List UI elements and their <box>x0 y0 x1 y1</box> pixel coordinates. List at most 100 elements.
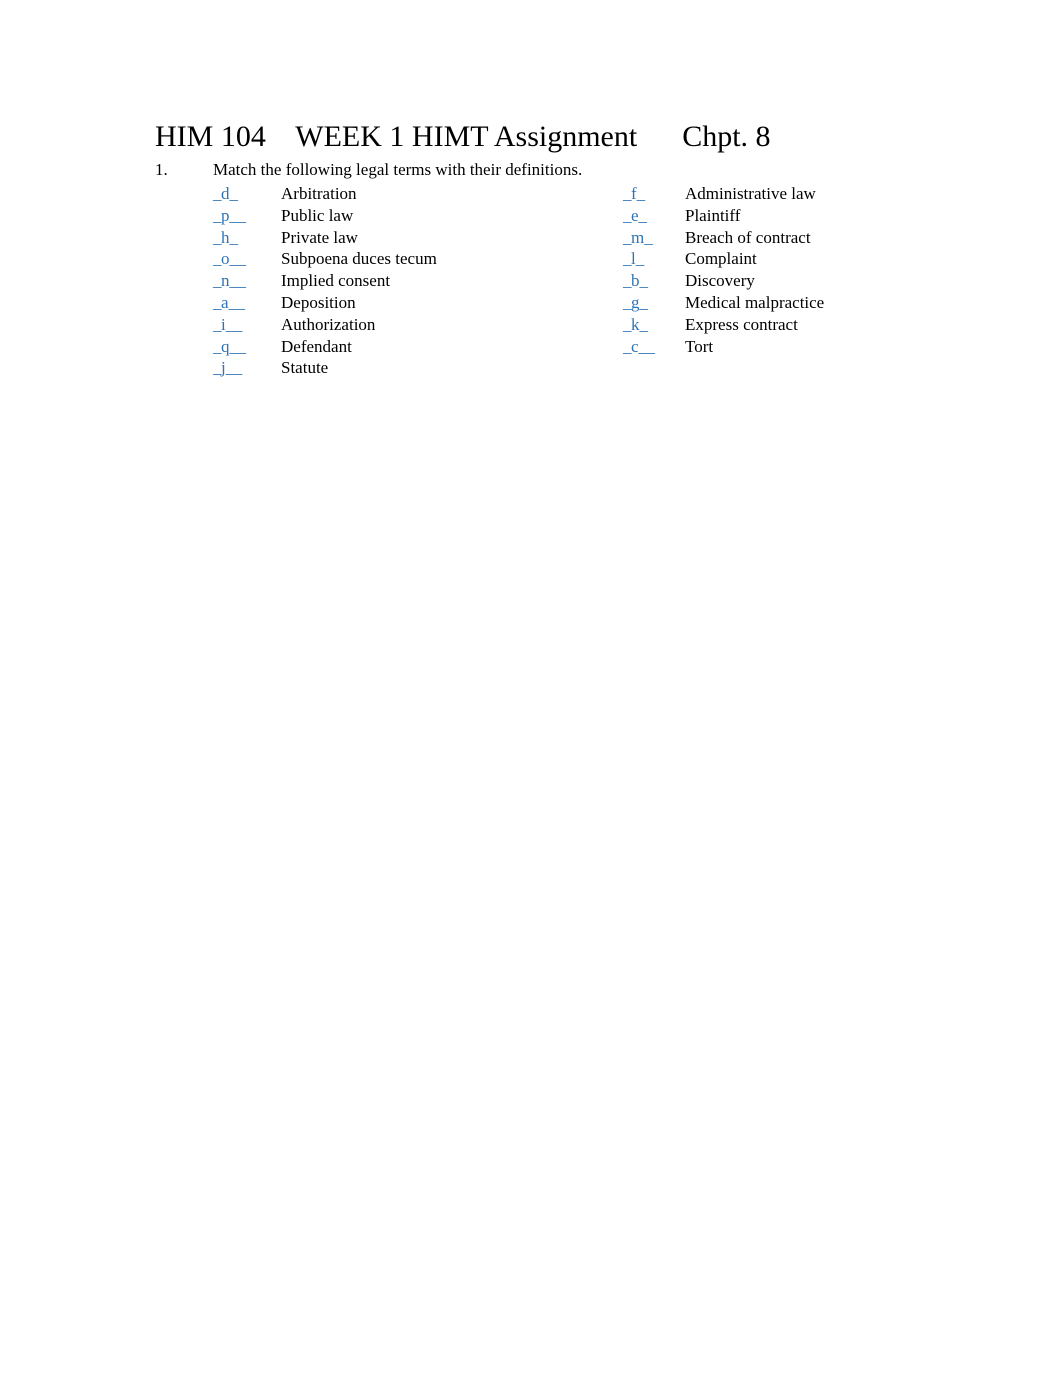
blank-prefix-underscore: _ <box>213 184 222 203</box>
answer-blank-right-2[interactable]: _e_ <box>623 205 685 227</box>
matching-table: _d_ Arbitration _f_ Administrative law _… <box>213 183 913 379</box>
term-left-2: Public law <box>281 205 354 225</box>
question-number: 1. <box>155 160 168 179</box>
blank-suffix-underscore: _ <box>639 292 649 312</box>
blank-suffix-underscore: __ <box>229 249 247 269</box>
answer-letter: o <box>221 249 230 269</box>
blank-suffix-underscore: __ <box>229 205 247 225</box>
blank-prefix-underscore: _ <box>213 249 222 269</box>
blank-prefix-underscore: _ <box>623 249 632 269</box>
answer-letter: a <box>221 292 229 312</box>
answer-letter: g <box>631 292 640 312</box>
answer-blank-right-5[interactable]: _b_ <box>623 270 685 292</box>
answer-blank-right-7[interactable]: _k_ <box>623 314 685 336</box>
answer-blank-left-8[interactable]: _q__ <box>213 336 281 358</box>
blank-prefix-underscore: _ <box>213 314 222 334</box>
answer-letter: m <box>631 227 645 247</box>
term-left-1: Arbitration <box>281 184 357 203</box>
blank-prefix-underscore: _ <box>623 271 632 291</box>
blank-prefix-underscore: _ <box>213 271 222 291</box>
table-row: _d_ Arbitration _f_ Administrative law <box>213 183 913 205</box>
term-left-9: Statute <box>281 358 329 378</box>
blank-suffix-underscore: _ <box>644 227 653 247</box>
answer-letter: q <box>221 336 230 356</box>
answer-letter: e <box>631 205 639 225</box>
page-title: HIM 104 WEEK 1 HIMT Assignment Chpt. 8 <box>155 120 771 153</box>
blank-suffix-underscore: __ <box>638 336 656 356</box>
answer-blank-left-5[interactable]: _n__ <box>213 270 281 292</box>
term-right-3: Breach of contract <box>685 227 811 247</box>
matching-table-body: _d_ Arbitration _f_ Administrative law _… <box>213 183 913 379</box>
blank-prefix-underscore: _ <box>623 205 632 225</box>
answer-blank-right-8[interactable]: _c__ <box>623 336 685 358</box>
answer-letter: n <box>221 271 230 291</box>
term-right-4: Complaint <box>685 249 757 269</box>
term-left-7: Authorization <box>281 314 376 334</box>
answer-blank-right-4[interactable]: _l_ <box>623 248 685 270</box>
term-right-5: Discovery <box>685 271 755 291</box>
answer-blank-left-4[interactable]: _o__ <box>213 248 281 270</box>
answer-blank-left-3[interactable]: _h_ <box>213 227 281 249</box>
blank-suffix-underscore: __ <box>229 336 247 356</box>
blank-prefix-underscore: _ <box>623 314 632 334</box>
blank-suffix-underscore: __ <box>225 358 243 378</box>
document-page: HIM 104 WEEK 1 HIMT Assignment Chpt. 8 1… <box>0 0 1062 1377</box>
blank-suffix-underscore: _ <box>229 227 239 247</box>
answer-blank-right-1[interactable]: _f_ <box>623 183 685 205</box>
answer-letter: p <box>221 205 230 225</box>
blank-suffix-underscore: _ <box>636 184 646 203</box>
question-text: Match the following legal terms with the… <box>213 160 583 179</box>
blank-suffix-underscore: _ <box>635 249 645 269</box>
answer-letter: d <box>221 184 230 203</box>
table-row: _q__ Defendant _c__ Tort <box>213 336 913 358</box>
answer-blank-left-1[interactable]: _d_ <box>213 183 281 205</box>
blank-prefix-underscore: _ <box>213 292 222 312</box>
term-left-8: Defendant <box>281 336 352 356</box>
blank-prefix-underscore: _ <box>213 227 222 247</box>
blank-suffix-underscore: _ <box>638 205 648 225</box>
blank-prefix-underscore: _ <box>623 336 632 356</box>
blank-prefix-underscore: _ <box>623 184 632 203</box>
term-right-9-empty <box>685 357 913 379</box>
blank-suffix-underscore: _ <box>639 271 649 291</box>
blank-prefix-underscore: _ <box>213 336 222 356</box>
table-row: _j__ Statute <box>213 357 913 379</box>
term-right-2: Plaintiff <box>685 205 741 225</box>
document-body: HIM 104 WEEK 1 HIMT Assignment Chpt. 8 1… <box>155 118 945 379</box>
answer-blank-left-6[interactable]: _a__ <box>213 292 281 314</box>
blank-prefix-underscore: _ <box>213 205 222 225</box>
table-row: _a__ Deposition _g_ Medical malpractice <box>213 292 913 314</box>
question-line: 1. Match the following legal terms with … <box>155 159 945 181</box>
answer-letter: c <box>631 336 639 356</box>
answer-blank-left-9[interactable]: _j__ <box>213 357 281 379</box>
table-row: _o__ Subpoena duces tecum _l_ Complaint <box>213 248 913 270</box>
blank-suffix-underscore: __ <box>229 271 247 291</box>
term-right-8: Tort <box>685 336 714 356</box>
blank-suffix-underscore: __ <box>228 292 246 312</box>
answer-letter: h <box>221 227 230 247</box>
blank-suffix-underscore: __ <box>225 314 243 334</box>
answer-letter: k <box>631 314 640 334</box>
term-right-7: Express contract <box>685 314 798 334</box>
answer-blank-left-7[interactable]: _i__ <box>213 314 281 336</box>
blank-suffix-underscore: _ <box>229 184 239 203</box>
table-row: _h_ Private law _m_ Breach of contract <box>213 227 913 249</box>
term-right-6: Medical malpractice <box>685 292 825 312</box>
blank-prefix-underscore: _ <box>213 358 222 378</box>
term-right-1: Administrative law <box>685 184 816 203</box>
answer-letter: b <box>631 271 640 291</box>
table-row: _n__ Implied consent _b_ Discovery <box>213 270 913 292</box>
blank-prefix-underscore: _ <box>623 227 632 247</box>
term-left-3: Private law <box>281 227 358 247</box>
answer-blank-left-2[interactable]: _p__ <box>213 205 281 227</box>
blank-suffix-underscore: _ <box>639 314 649 334</box>
answer-blank-right-6[interactable]: _g_ <box>623 292 685 314</box>
term-left-6: Deposition <box>281 292 356 312</box>
answer-blank-right-3[interactable]: _m_ <box>623 227 685 249</box>
table-row: _p__ Public law _e_ Plaintiff <box>213 205 913 227</box>
term-left-5: Implied consent <box>281 271 391 291</box>
blank-prefix-underscore: _ <box>623 292 632 312</box>
table-row: _i__ Authorization _k_ Express contract <box>213 314 913 336</box>
term-left-4: Subpoena duces tecum <box>281 249 437 269</box>
answer-blank-right-9-empty <box>623 357 685 379</box>
